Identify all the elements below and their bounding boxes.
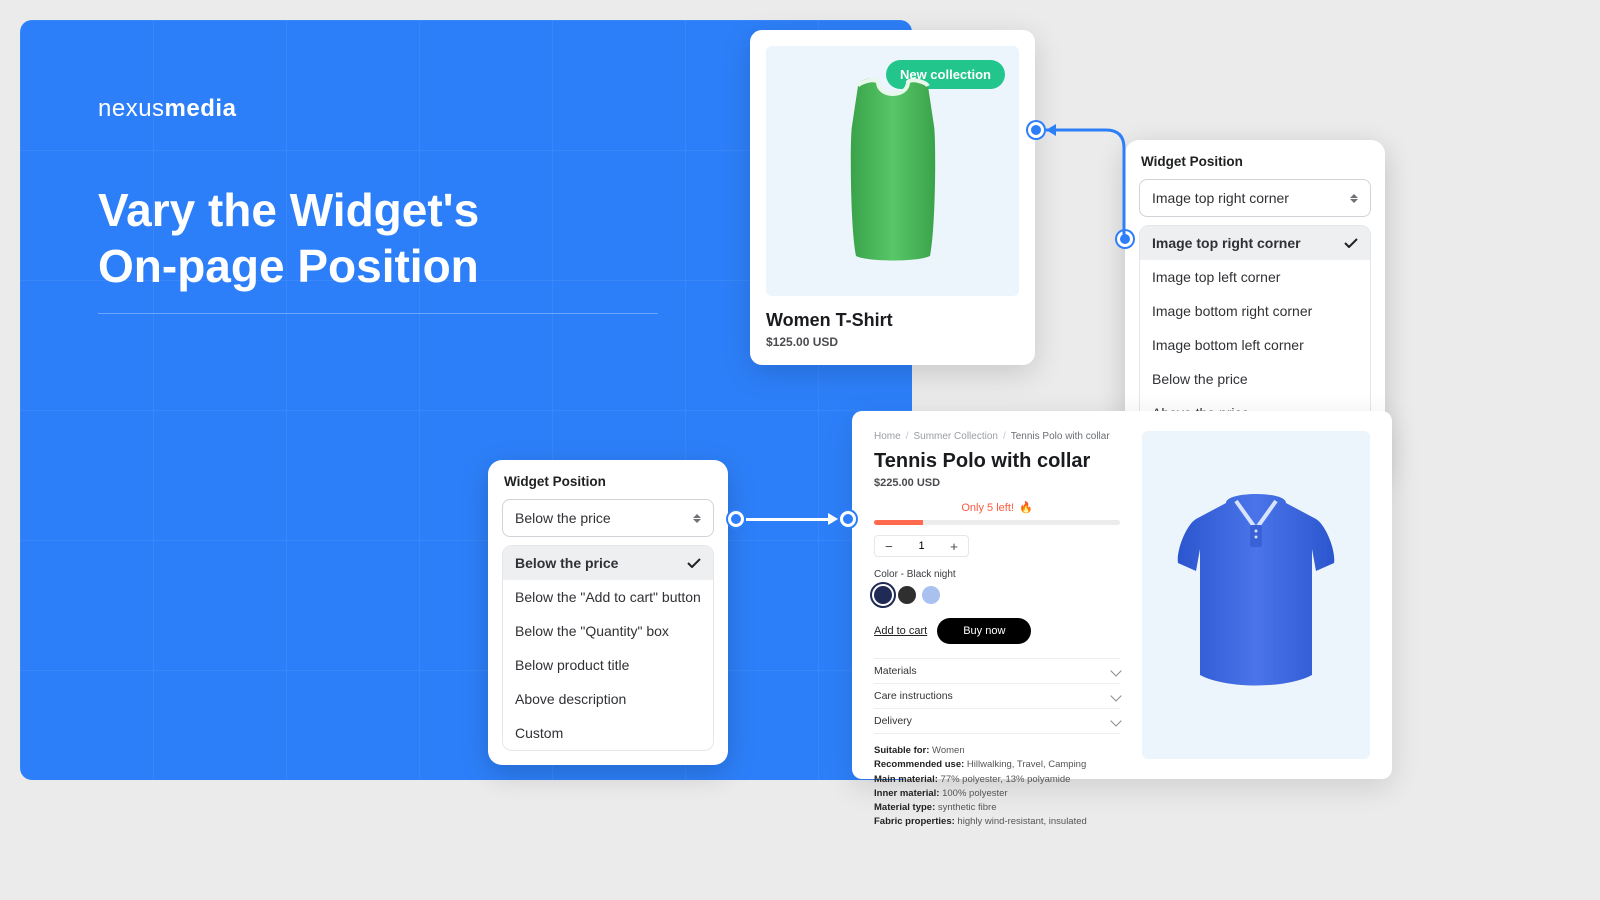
product-image-box [1142,431,1370,759]
tshirt-image [838,76,948,266]
breadcrumb: Home / Summer Collection / Tennis Polo with … [874,431,1120,442]
headline: Vary the Widget's On-page Position [98,182,479,294]
menu-item-label: Image bottom left corner [1152,337,1304,353]
chevron-down-icon [1110,715,1121,726]
headline-line1: Vary the Widget's [98,182,479,238]
accordion-row[interactable]: Delivery [874,709,1120,734]
stock-bar [874,520,1120,525]
menu-item[interactable]: Above description [503,682,713,716]
widget-position-select[interactable]: Below the price [502,499,714,537]
breadcrumb-separator: / [1003,431,1006,442]
meta-row: Inner material: 100% polyester [874,787,1120,801]
select-value: Below the price [515,510,611,526]
menu-item-label: Above description [515,691,626,707]
check-icon [687,558,701,568]
meta-row: Fabric properties: highly wind-resistant… [874,815,1120,829]
logo-left: nexus [98,95,165,122]
menu-item[interactable]: Image bottom right corner [1140,294,1370,328]
accordion-row[interactable]: Materials [874,658,1120,684]
connector-curve [1032,118,1132,244]
menu-item[interactable]: Image top right corner [1140,226,1370,260]
breadcrumb-item: Tennis Polo with collar [1011,431,1110,442]
color-swatch[interactable] [922,586,940,604]
menu-item-label: Below the price [515,555,618,571]
accordion-row[interactable]: Care instructions [874,684,1120,709]
chevron-down-icon [1110,690,1121,701]
breadcrumb-separator: / [906,431,909,442]
check-icon [1344,238,1358,248]
arrow-right-icon [828,513,838,525]
product-price: $125.00 USD [766,335,1019,349]
accordion-label: Care instructions [874,690,953,702]
menu-item-label: Image top right corner [1152,235,1301,251]
product-image-box: New collection [766,46,1019,296]
accordion-group: Materials Care instructions Delivery [874,658,1120,734]
color-label: Color - Black night [874,569,1120,580]
color-swatches [874,586,1120,604]
connector-line [746,518,828,521]
select-stepper-icon [1350,194,1358,203]
menu-item-label: Below the price [1152,371,1248,387]
connector-dot [840,511,856,527]
stock-widget: Only 5 left! 🔥 [874,501,1120,525]
stock-text: Only 5 left! [961,502,1014,514]
connector-dot [1028,122,1044,138]
product-page-polo: Home / Summer Collection / Tennis Polo with … [852,411,1392,779]
brand-logo: nexusmedia [98,95,236,123]
menu-item[interactable]: Image top left corner [1140,260,1370,294]
breadcrumb-item[interactable]: Summer Collection [913,431,997,442]
menu-item-label: Below product title [515,657,629,673]
headline-line2: On-page Position [98,238,479,294]
color-swatch[interactable] [898,586,916,604]
product-title: Tennis Polo with collar [874,450,1120,473]
accordion-label: Materials [874,665,917,677]
qty-minus-button[interactable]: − [875,536,903,556]
add-to-cart-link[interactable]: Add to cart [874,625,927,637]
logo-right: media [165,95,237,122]
qty-value: 1 [903,536,940,556]
panel-label: Widget Position [1139,154,1371,169]
product-price: $225.00 USD [874,477,1120,489]
menu-item[interactable]: Below the price [503,546,713,580]
menu-item[interactable]: Below product title [503,648,713,682]
panel-label: Widget Position [502,474,714,489]
widget-position-select[interactable]: Image top right corner [1139,179,1371,217]
quantity-stepper[interactable]: − 1 + [874,535,969,557]
menu-item[interactable]: Below the price [1140,362,1370,396]
menu-item[interactable]: Below the "Add to cart" button [503,580,713,614]
meta-row: Main material: 77% polyester, 13% polyam… [874,773,1120,787]
menu-item-label: Below the "Quantity" box [515,623,669,639]
connector-dot [728,511,744,527]
select-stepper-icon [693,514,701,523]
breadcrumb-item[interactable]: Home [874,431,901,442]
accordion-label: Delivery [874,715,912,727]
widget-position-panel-left: Widget Position Below the price Below th… [488,460,728,765]
select-value: Image top right corner [1152,190,1289,206]
fire-icon: 🔥 [1019,501,1033,514]
headline-divider [98,313,658,314]
menu-item-label: Image top left corner [1152,269,1280,285]
menu-item[interactable]: Custom [503,716,713,750]
menu-item[interactable]: Image bottom left corner [1140,328,1370,362]
polo-image [1166,485,1346,705]
menu-item-label: Below the "Add to cart" button [515,589,701,605]
product-title: Women T-Shirt [766,310,1019,331]
menu-item[interactable]: Below the "Quantity" box [503,614,713,648]
widget-position-menu: Below the price Below the "Add to cart" b… [502,545,714,751]
buy-now-button[interactable]: Buy now [937,618,1031,644]
product-meta: Suitable for: WomenRecommended use: Hill… [874,744,1120,830]
product-card-tshirt: New collection Women T-Shirt $125.00 USD [750,30,1035,365]
meta-row: Recommended use: Hillwalking, Travel, Ca… [874,758,1120,772]
meta-row: Suitable for: Women [874,744,1120,758]
menu-item-label: Image bottom right corner [1152,303,1312,319]
menu-item-label: Custom [515,725,563,741]
color-swatch[interactable] [874,586,892,604]
meta-row: Material type: synthetic fibre [874,801,1120,815]
chevron-down-icon [1110,665,1121,676]
qty-plus-button[interactable]: + [940,536,968,556]
